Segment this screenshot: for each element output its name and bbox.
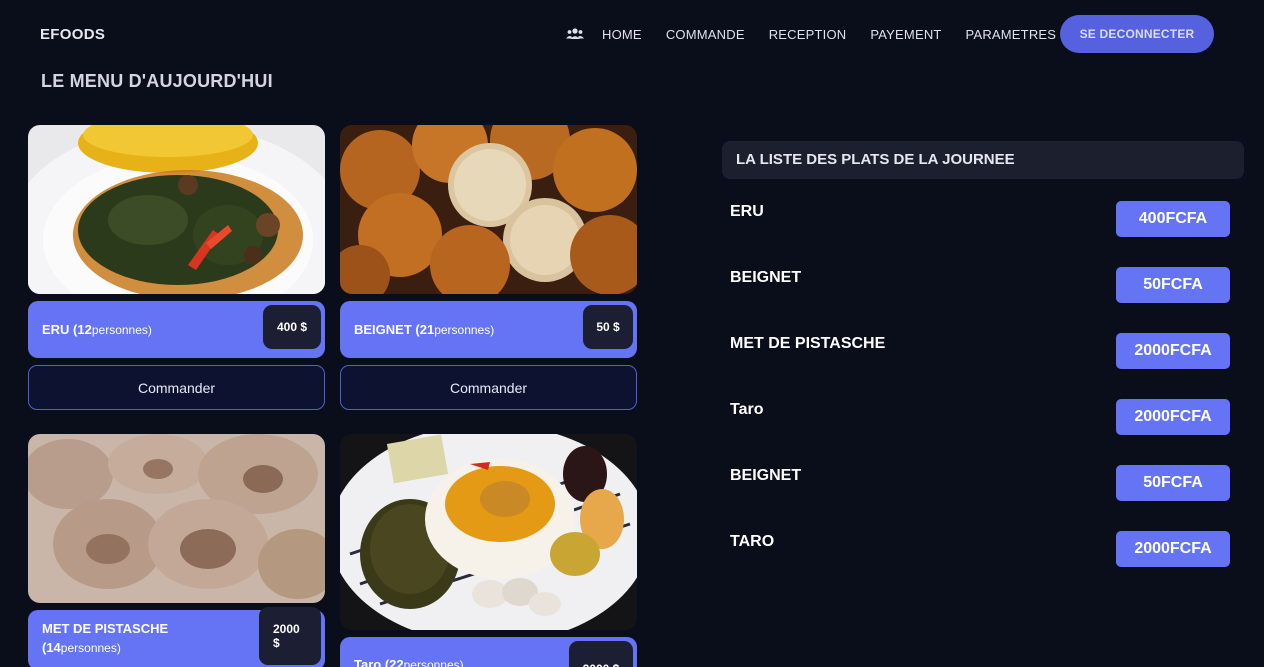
main-nav: HOME COMMANDE RECEPTION PAYEMENT PARAMET… (566, 15, 1080, 53)
daily-dish-name: Taro (730, 401, 764, 418)
nav-payement[interactable]: PAYEMENT (870, 27, 941, 42)
page-title: LE MENU D'AUJOURD'HUI (41, 71, 273, 91)
eru-dish-image (28, 125, 325, 294)
taro-dish-image (340, 434, 637, 630)
daily-dish-row: MET DE PISTASCHE 2000FCFA (730, 333, 1230, 369)
commander-button[interactable]: Commander (28, 365, 325, 410)
dish-info-bar: Taro (22personnes) 2000 $ (340, 637, 637, 667)
dish-info-bar: BEIGNET (21personnes) 50 $ (340, 301, 637, 358)
nav-reception[interactable]: RECEPTION (769, 27, 847, 42)
daily-dish-name: BEIGNET (730, 269, 802, 286)
logout-button[interactable]: SE DECONNECTER (1060, 15, 1214, 53)
daily-dishes-header: LA LISTE DES PLATS DE LA JOURNEE (722, 141, 1244, 179)
daily-dish-name: MET DE PISTASCHE (730, 335, 886, 352)
dish-name: Taro (22personnes) (354, 657, 464, 667)
dish-info-bar: ERU (12personnes) 400 $ (28, 301, 325, 358)
dish-name: MET DE PISTASCHE (14personnes) (42, 621, 169, 655)
daily-dish-row: TARO 2000FCFA (730, 531, 1230, 567)
dish-info-bar: MET DE PISTASCHE (14personnes) 2000 $ (28, 607, 325, 667)
dish-price: 2000 $ (569, 641, 633, 667)
daily-dish-price: 2000FCFA (1116, 531, 1230, 567)
daily-dish-name: ERU (730, 203, 764, 220)
dish-price: 50 $ (583, 305, 633, 349)
dish-card-beignet: BEIGNET (21personnes) 50 $ Commander (340, 125, 637, 410)
nav-home[interactable]: HOME (602, 27, 642, 42)
dish-name: BEIGNET (21personnes) (354, 322, 495, 337)
daily-dish-row: Taro 2000FCFA (730, 399, 1230, 435)
daily-dish-row: BEIGNET 50FCFA (730, 267, 1230, 303)
daily-dish-row: ERU 400FCFA (730, 201, 1230, 237)
beignet-dish-image (340, 125, 637, 294)
nav-commande[interactable]: COMMANDE (666, 27, 745, 42)
daily-dish-price: 2000FCFA (1116, 399, 1230, 435)
users-icon[interactable] (566, 25, 590, 43)
dish-card-taro: Taro (22personnes) 2000 $ (340, 434, 637, 667)
dish-name: ERU (12personnes) (42, 322, 152, 337)
met-de-pistasche-image (28, 434, 325, 603)
daily-dish-price: 2000FCFA (1116, 333, 1230, 369)
dish-card-eru: ERU (12personnes) 400 $ Commander (28, 125, 325, 410)
daily-dish-price: 50FCFA (1116, 267, 1230, 303)
dish-price: 400 $ (263, 305, 321, 349)
daily-dish-row: BEIGNET 50FCFA (730, 465, 1230, 501)
daily-dish-name: BEIGNET (730, 467, 802, 484)
dish-price: 2000 $ (259, 607, 321, 665)
dish-card-met-de-pistasche: MET DE PISTASCHE (14personnes) 2000 $ (28, 434, 325, 667)
brand-logo[interactable]: EFOODS (40, 26, 105, 43)
commander-button[interactable]: Commander (340, 365, 637, 410)
daily-dish-price: 50FCFA (1116, 465, 1230, 501)
daily-dish-name: TARO (730, 533, 775, 550)
daily-dish-price: 400FCFA (1116, 201, 1230, 237)
nav-parametres[interactable]: PARAMETRES (966, 27, 1057, 42)
